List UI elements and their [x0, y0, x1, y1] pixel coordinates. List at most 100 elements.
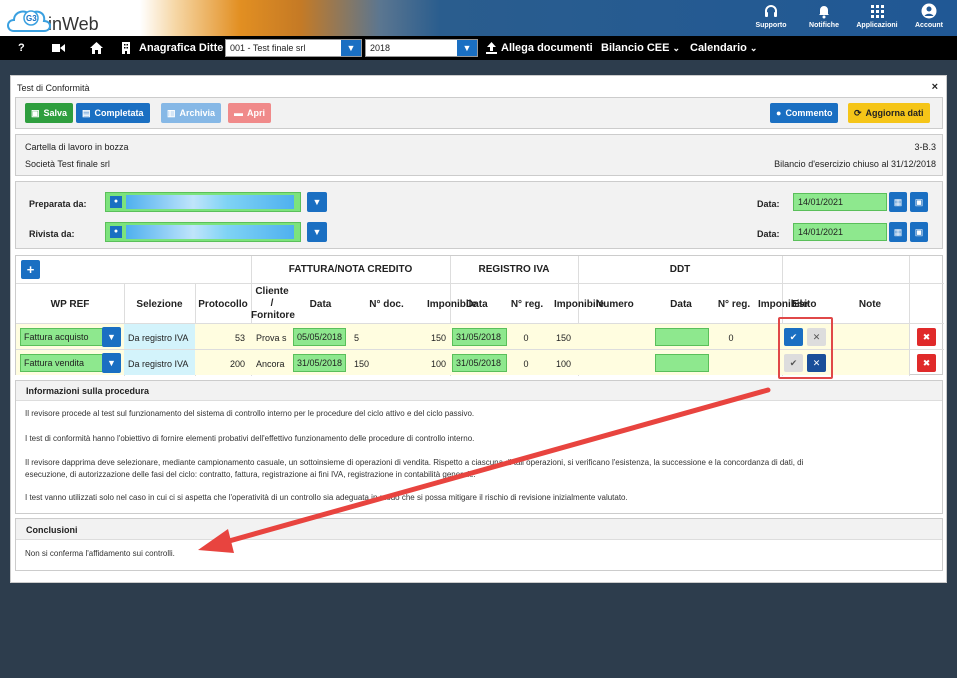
chevron-down-icon: ⌄ — [749, 42, 758, 53]
delete-row-icon[interactable]: ✖ — [917, 328, 936, 346]
ddata-cell[interactable] — [655, 328, 709, 346]
rdata-cell[interactable]: 31/05/2018 — [452, 328, 507, 346]
salva-label: Salva — [43, 108, 68, 118]
group-fattura: FATTURA/NOTA CREDITO — [288, 264, 413, 275]
data-label: Data: — [757, 229, 780, 239]
ndoc-cell[interactable]: 150 — [354, 359, 369, 369]
add-row-button[interactable]: + — [21, 260, 40, 279]
delete-row-icon[interactable]: ✖ — [917, 354, 936, 372]
cliente-cell[interactable]: Prova s — [256, 333, 287, 343]
help-label: ? — [18, 42, 25, 54]
header-wpref: WP REF — [50, 299, 90, 310]
nreg-cell[interactable]: 0 — [511, 359, 541, 369]
completata-label: Completata — [94, 108, 144, 118]
header-selezione: Selezione — [136, 299, 183, 310]
cloud-logo-icon: G3 — [4, 5, 52, 35]
status-text: Cartella di lavoro in bozza — [25, 142, 129, 152]
conclusioni-box: Conclusioni Non si conferma l'affidament… — [15, 518, 943, 571]
calendar-icon[interactable]: ▦ — [889, 222, 907, 242]
header-rdata: Data — [466, 299, 488, 310]
brand-logo[interactable]: G3 inWeb — [4, 4, 99, 35]
grid-line — [16, 283, 944, 284]
chevron-down-icon[interactable]: ▼ — [102, 327, 121, 347]
data-cell[interactable]: 31/05/2018 — [293, 354, 346, 372]
calendar-icon[interactable]: ▦ — [889, 192, 907, 212]
panel-title: Test di Conformità — [17, 83, 90, 93]
conclusioni-text[interactable]: Non si conferma l'affidamento sui contro… — [25, 548, 925, 560]
preparata-label: Preparata da: — [29, 199, 87, 209]
imponibile-cell[interactable]: 150 — [416, 333, 446, 343]
apri-label: Apri — [247, 108, 265, 118]
protocollo-cell: 200 — [229, 359, 245, 369]
year-select-value: 2018 — [370, 43, 391, 53]
anagrafica-label: Anagrafica Ditte — [139, 42, 224, 54]
allega-label: Allega documenti — [501, 42, 593, 54]
protocollo-cell: 53 — [234, 333, 245, 343]
topbar-account[interactable]: Account — [899, 3, 957, 29]
group-registro: REGISTRO IVA — [478, 264, 550, 275]
nreg-cell[interactable]: 0 — [511, 333, 541, 343]
completata-button[interactable]: ▤ Completata — [76, 103, 150, 123]
help-button[interactable]: ? — [18, 36, 25, 60]
dnreg-cell[interactable]: 0 — [716, 333, 746, 343]
test-table: + FATTURA/NOTA CREDITO REGISTRO IVA DDT … — [15, 255, 944, 379]
data2-field[interactable]: 14/01/2021 — [793, 223, 887, 241]
header-note: Note — [858, 299, 882, 310]
close-icon[interactable]: × — [932, 81, 938, 93]
folder-icon: ▬ — [234, 108, 243, 118]
group-ddt: DDT — [669, 264, 691, 275]
wpref-select[interactable]: Fattura acquisto — [20, 328, 104, 346]
video-icon[interactable] — [52, 36, 65, 60]
archivia-label: Archivia — [179, 108, 216, 118]
ddata-cell[interactable] — [655, 354, 709, 372]
esito-highlight — [778, 317, 833, 379]
imponibile-cell[interactable]: 100 — [416, 359, 446, 369]
header-protocollo: Protocollo — [198, 299, 248, 310]
rimponibile-cell[interactable]: 100 — [556, 359, 571, 369]
redacted-name — [126, 195, 294, 209]
topbar-notifiche[interactable]: Notifiche — [794, 3, 854, 29]
archivia-button[interactable]: ▥ Archivia — [161, 103, 222, 123]
aggiorna-dati-button[interactable]: ⟳ Aggiorna dati — [848, 103, 930, 123]
header-cliente-1: Cliente — [255, 286, 289, 297]
chevron-down-icon[interactable]: ▼ — [102, 353, 121, 373]
header-data: Data — [309, 299, 332, 310]
rdata-cell[interactable]: 31/05/2018 — [452, 354, 507, 372]
topbar-supporto[interactable]: Supporto — [741, 3, 801, 29]
chevron-down-icon: ⌄ — [672, 42, 681, 53]
rivista-label: Rivista da: — [29, 229, 75, 239]
headset-icon — [765, 5, 777, 17]
selezione-cell: Da registro IVA — [128, 333, 189, 343]
chevron-down-icon[interactable]: ▼ — [307, 222, 327, 242]
bilancio-cee-menu[interactable]: Bilancio CEE ⌄ — [601, 36, 680, 60]
rimponibile-cell[interactable]: 150 — [556, 333, 571, 343]
salva-button[interactable]: ▣ Salva — [25, 103, 74, 123]
code-text: 3-B.3 — [914, 142, 936, 152]
save-icon: ▣ — [31, 107, 40, 118]
calendar-check-icon[interactable]: ▣ — [910, 222, 928, 242]
data1-field[interactable]: 14/01/2021 — [793, 193, 887, 211]
calendario-menu[interactable]: Calendario ⌄ — [690, 36, 757, 60]
chevron-down-icon: ▼ — [341, 40, 361, 56]
allega-documenti-link[interactable]: Allega documenti — [486, 36, 593, 60]
year-select[interactable]: 2018 ▼ — [365, 39, 478, 57]
commento-button[interactable]: ● Commento — [770, 103, 839, 123]
selezione-cell: Da registro IVA — [128, 359, 189, 369]
calendar-check-icon[interactable]: ▣ — [910, 192, 928, 212]
apri-button[interactable]: ▬ Apri — [228, 103, 271, 123]
rivista-field[interactable]: ● — [105, 222, 301, 242]
chevron-down-icon[interactable]: ▼ — [307, 192, 327, 212]
wpref-select[interactable]: Fattura vendita — [20, 354, 104, 372]
topbar-applicazioni[interactable]: Applicazioni — [847, 3, 907, 29]
company-select[interactable]: 001 - Test finale srl ▼ — [225, 39, 362, 57]
data-cell[interactable]: 05/05/2018 — [293, 328, 346, 346]
redacted-name — [126, 225, 294, 239]
anagrafica-ditte-link[interactable]: Anagrafica Ditte — [121, 36, 223, 60]
ndoc-cell[interactable]: 5 — [354, 333, 359, 343]
home-icon[interactable] — [90, 36, 103, 60]
top-bar: G3 inWeb Supporto Notifiche Applicazioni… — [0, 0, 957, 36]
cliente-cell[interactable]: Ancora — [256, 359, 285, 369]
upload-icon — [486, 42, 497, 54]
preparata-field[interactable]: ● — [105, 192, 301, 212]
procedura-p4: I test vanno utilizzati solo nel caso in… — [25, 493, 628, 502]
